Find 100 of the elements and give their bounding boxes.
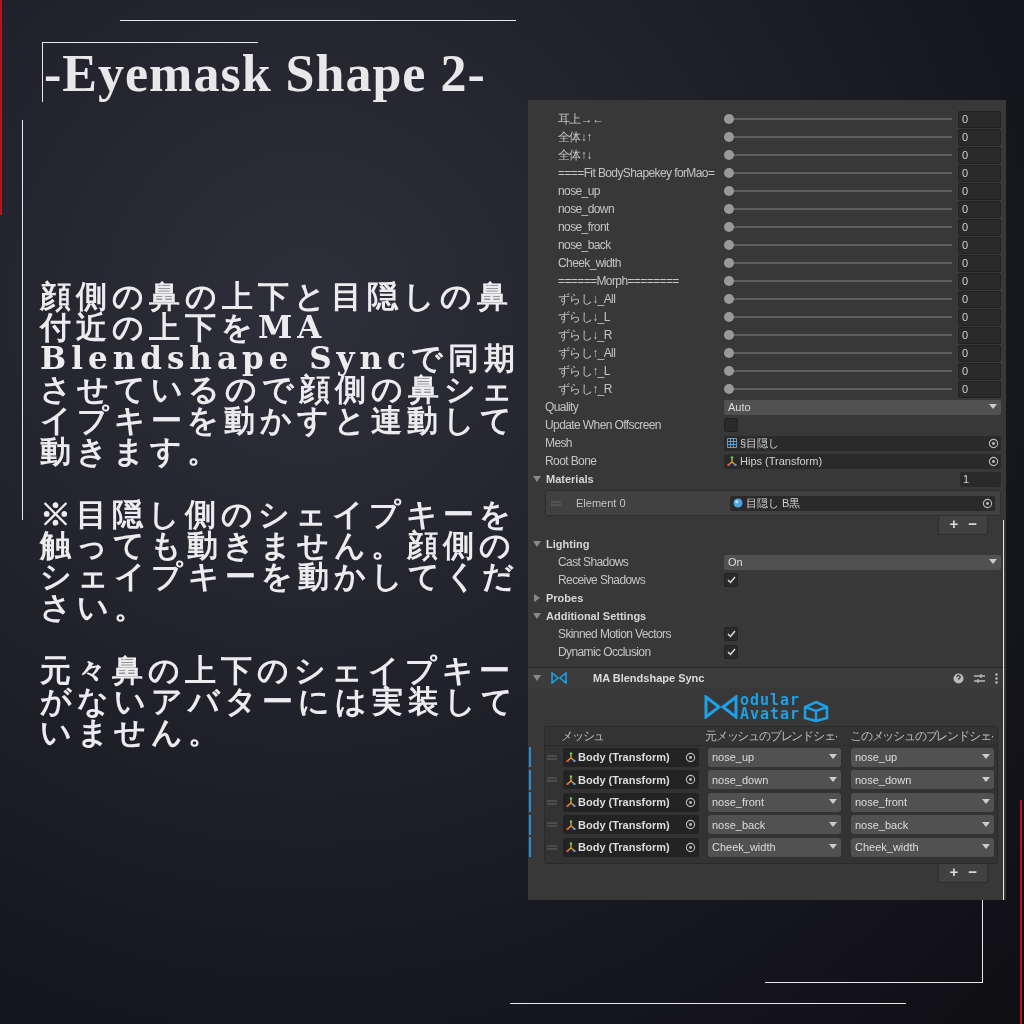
slider-thumb[interactable] — [724, 258, 734, 268]
number-field[interactable]: 0 — [958, 182, 1001, 200]
remove-button[interactable]: − — [966, 863, 979, 880]
drag-handle-icon[interactable] — [547, 822, 557, 828]
expanded-triangle-icon[interactable] — [533, 674, 541, 682]
field-label: Element 0 — [576, 497, 627, 509]
dropdown[interactable]: nose_front — [708, 792, 841, 812]
object-picker-icon[interactable] — [982, 497, 993, 509]
blendshape-label: nose_down — [558, 202, 615, 216]
checkbox[interactable] — [724, 573, 738, 587]
caret-icon — [829, 776, 837, 783]
expanded-triangle-icon[interactable] — [533, 475, 541, 483]
dropdown[interactable]: Auto — [724, 399, 1001, 415]
section-header[interactable]: Additional Settings — [546, 610, 647, 622]
object-field[interactable]: Body (Transform) — [563, 770, 699, 790]
dropdown[interactable]: nose_up — [851, 747, 994, 767]
blendshape-label: ずらし↓_R — [558, 326, 613, 344]
object-field[interactable]: Body (Transform) — [563, 815, 699, 835]
expanded-triangle-icon[interactable] — [533, 612, 541, 620]
number-field[interactable]: 0 — [958, 272, 1001, 290]
expanded-triangle-icon[interactable] — [533, 540, 541, 548]
drag-handle-icon[interactable] — [547, 844, 557, 850]
number-field[interactable]: 0 — [958, 146, 1001, 164]
number-field[interactable]: 1 — [960, 471, 1001, 487]
object-field[interactable]: Body (Transform) — [563, 837, 699, 857]
number-field[interactable]: 0 — [958, 236, 1001, 254]
slider-thumb[interactable] — [724, 294, 734, 304]
number-field[interactable]: 0 — [958, 200, 1001, 218]
object-picker-icon[interactable] — [988, 455, 999, 467]
object-picker-icon[interactable] — [685, 796, 696, 808]
section-header[interactable]: Probes — [546, 592, 584, 604]
blendshape-label: 全体↑↓ — [558, 146, 593, 164]
object-field[interactable]: §目隠し — [724, 435, 1001, 451]
kebab-menu-icon[interactable] — [995, 672, 998, 684]
drag-handle-icon[interactable] — [547, 799, 557, 805]
slider-thumb[interactable] — [724, 240, 734, 250]
slider-thumb[interactable] — [724, 348, 734, 358]
dropdown[interactable]: Cheek_width — [708, 837, 841, 857]
checkbox[interactable] — [724, 645, 738, 659]
object-field[interactable]: Body (Transform) — [563, 792, 699, 812]
bow-icon — [551, 672, 567, 684]
slider-thumb[interactable] — [724, 222, 734, 232]
drag-handle-icon[interactable] — [547, 754, 557, 760]
object-picker-icon[interactable] — [685, 751, 696, 763]
number-field[interactable]: 0 — [958, 218, 1001, 236]
blendshape-label: ずらし↑_All — [558, 344, 617, 362]
number-field[interactable]: 0 — [958, 362, 1001, 380]
slider-thumb[interactable] — [724, 168, 734, 178]
object-picker-icon[interactable] — [685, 841, 696, 853]
add-button[interactable]: + — [947, 516, 961, 532]
number-field[interactable]: 0 — [958, 164, 1001, 182]
checkbox[interactable] — [724, 627, 738, 641]
slider-thumb[interactable] — [724, 276, 734, 286]
blendshape-label: 耳上→← — [558, 110, 605, 128]
slider-thumb[interactable] — [724, 330, 734, 340]
object-field[interactable]: Hips (Transform) — [724, 453, 1001, 469]
number-field[interactable]: 0 — [958, 380, 1001, 398]
slider-thumb[interactable] — [724, 186, 734, 196]
caret-icon — [982, 776, 990, 783]
column-header: メッシュ — [561, 727, 606, 745]
section-header[interactable]: Lighting — [546, 538, 590, 550]
slider-thumb[interactable] — [724, 384, 734, 394]
drag-handle-icon[interactable] — [547, 777, 557, 783]
bow-logo-icon — [703, 695, 738, 719]
caret-icon — [829, 799, 837, 806]
dropdown[interactable]: nose_up — [708, 747, 841, 767]
number-field[interactable]: 0 — [958, 290, 1001, 308]
sliders-icon[interactable] — [974, 672, 985, 684]
blendshape-label: ====Fit BodyShapekey forMao= — [558, 166, 716, 180]
slider-thumb[interactable] — [724, 132, 734, 142]
dropdown[interactable]: nose_back — [851, 815, 994, 835]
number-field[interactable]: 0 — [958, 308, 1001, 326]
slider-thumb[interactable] — [724, 150, 734, 160]
remove-button[interactable]: − — [966, 516, 979, 532]
add-button[interactable]: + — [947, 863, 961, 880]
slider-thumb[interactable] — [724, 204, 734, 214]
slider-thumb[interactable] — [724, 114, 734, 124]
caret-icon — [982, 799, 990, 806]
dropdown[interactable]: nose_down — [708, 770, 841, 790]
slider-thumb[interactable] — [724, 366, 734, 376]
object-picker-icon[interactable] — [988, 437, 999, 449]
number-field[interactable]: 0 — [958, 254, 1001, 272]
number-field[interactable]: 0 — [958, 326, 1001, 344]
number-field[interactable]: 0 — [958, 110, 1001, 128]
object-picker-icon[interactable] — [685, 774, 696, 786]
dropdown[interactable]: On — [724, 554, 1001, 570]
slider-thumb[interactable] — [724, 312, 734, 322]
object-field[interactable]: Body (Transform) — [563, 747, 699, 767]
dropdown[interactable]: nose_front — [851, 792, 994, 812]
object-picker-icon[interactable] — [685, 819, 696, 831]
column-header: 元メッシュのブレンドシェ· — [705, 727, 839, 745]
dropdown[interactable]: Cheek_width — [851, 837, 994, 857]
number-field[interactable]: 0 — [958, 128, 1001, 146]
section-header[interactable]: Materials — [546, 473, 594, 485]
number-field[interactable]: 0 — [958, 344, 1001, 362]
dropdown[interactable]: nose_back — [708, 815, 841, 835]
collapsed-triangle-icon[interactable] — [533, 594, 541, 602]
object-field[interactable]: 目隠し B黒 — [730, 495, 995, 511]
dropdown[interactable]: nose_down — [851, 770, 994, 790]
help-icon[interactable] — [953, 672, 964, 684]
